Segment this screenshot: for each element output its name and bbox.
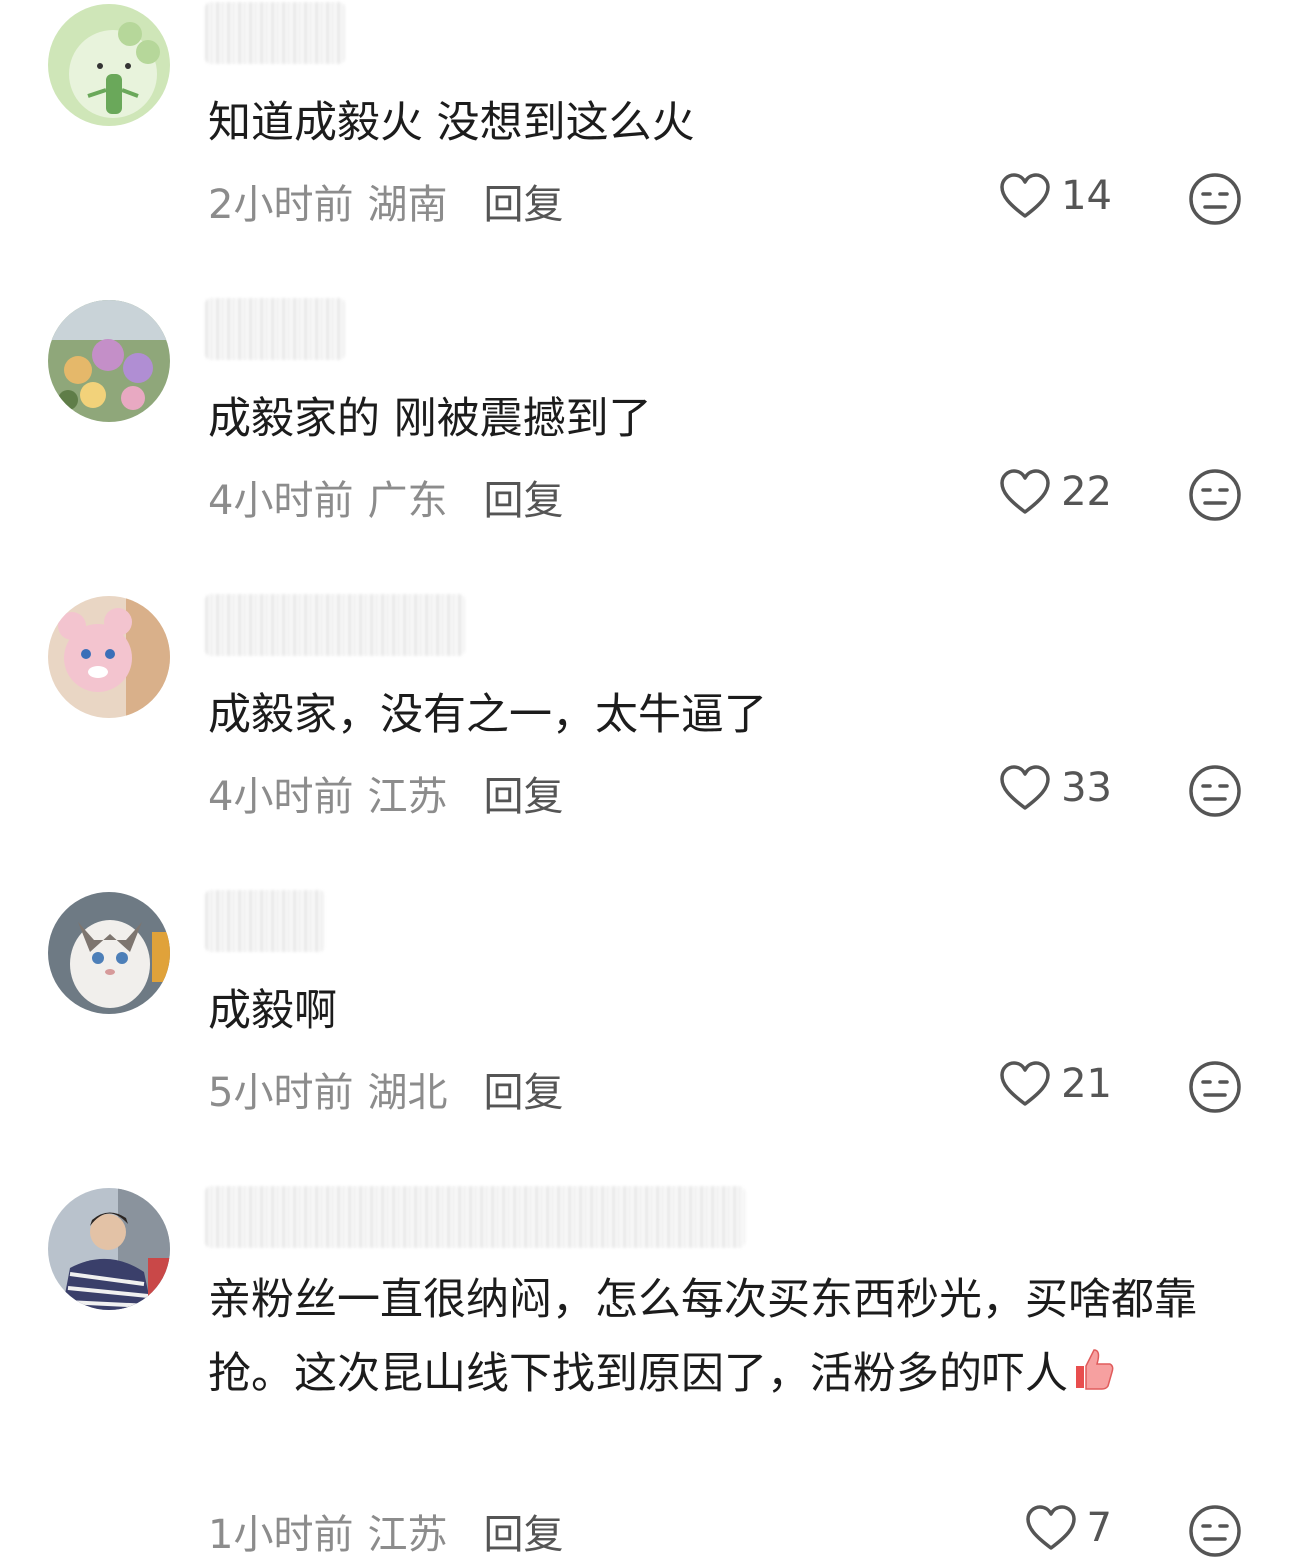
username-blurred[interactable] <box>205 1186 745 1248</box>
heart-outline-icon <box>1000 765 1050 810</box>
user-avatar[interactable] <box>48 596 170 718</box>
comment-item: 知道成毅火 没想到这么火 2小时前 湖南 回复 14 <box>0 2 1290 244</box>
reply-button[interactable]: 回复 <box>483 1512 563 1558</box>
comment-time: 4小时前 <box>208 478 354 524</box>
comment-time: 2小时前 <box>208 182 354 228</box>
like-count: 33 <box>1061 765 1112 811</box>
comment-meta: 5小时前 湖北 回复 <box>208 1060 563 1118</box>
comment-location: 湖北 <box>367 1070 448 1116</box>
reply-button[interactable]: 回复 <box>483 1070 563 1116</box>
user-avatar[interactable] <box>48 300 170 422</box>
reply-button[interactable]: 回复 <box>483 774 563 820</box>
comment-location: 广东 <box>367 478 448 524</box>
heart-outline-icon <box>1000 469 1050 514</box>
user-avatar[interactable] <box>48 1188 170 1310</box>
like-button[interactable]: 21 <box>999 1060 1112 1108</box>
comment-text: 成毅家，没有之一，太牛逼了 <box>208 690 767 740</box>
like-button[interactable]: 22 <box>999 468 1112 516</box>
dislike-button[interactable] <box>1188 468 1242 522</box>
heart-outline-icon <box>1025 1505 1076 1550</box>
dislike-button[interactable] <box>1188 1504 1242 1558</box>
comment-time: 1小时前 <box>208 1512 354 1558</box>
like-count: 7 <box>1086 1505 1112 1551</box>
green-mascot-avatar-image <box>48 4 170 126</box>
dislike-button[interactable] <box>1188 1060 1242 1114</box>
meh-face-icon <box>1189 765 1241 817</box>
comment-text: 成毅家的 刚被震撼到了 <box>208 394 652 444</box>
comment-location: 江苏 <box>367 774 448 820</box>
comment-item: 亲粉丝一直很纳闷，怎么每次买东西秒光，买啥都靠抢。这次昆山线下找到原因了，活粉多… <box>0 1186 1290 1560</box>
dislike-button[interactable] <box>1188 764 1242 818</box>
user-avatar[interactable] <box>48 4 170 126</box>
heart-outline-icon <box>1000 1061 1050 1106</box>
person-avatar-image <box>48 1188 170 1310</box>
like-button[interactable]: 14 <box>999 172 1112 220</box>
username-blurred[interactable] <box>205 298 345 360</box>
user-avatar[interactable] <box>48 892 170 1014</box>
thumbs-up-emoji-icon <box>1076 1349 1114 1390</box>
meh-face-icon <box>1189 1061 1241 1113</box>
reply-button[interactable]: 回复 <box>483 478 563 524</box>
username-blurred[interactable] <box>205 2 345 64</box>
comment-item: 成毅啊 5小时前 湖北 回复 21 <box>0 890 1290 1132</box>
flowers-avatar-image <box>48 300 170 422</box>
username-blurred[interactable] <box>205 890 325 952</box>
comment-time: 5小时前 <box>208 1070 354 1116</box>
reply-button[interactable]: 回复 <box>483 182 563 228</box>
like-count: 14 <box>1061 173 1112 219</box>
like-count: 22 <box>1061 469 1112 515</box>
like-button[interactable]: 7 <box>1025 1504 1112 1552</box>
comment-meta: 4小时前 广东 回复 <box>208 468 563 526</box>
comment-location: 江苏 <box>367 1512 448 1558</box>
cat-avatar-image <box>48 892 170 1014</box>
comment-item: 成毅家，没有之一，太牛逼了 4小时前 江苏 回复 33 <box>0 594 1290 836</box>
meh-face-icon <box>1189 1505 1241 1557</box>
pink-plush-avatar-image <box>48 596 170 718</box>
comment-meta: 1小时前 江苏 回复 <box>208 1502 563 1560</box>
meh-face-icon <box>1189 469 1241 521</box>
dislike-button[interactable] <box>1188 172 1242 226</box>
like-count: 21 <box>1061 1061 1112 1107</box>
comment-meta: 4小时前 江苏 回复 <box>208 764 563 822</box>
comment-text: 知道成毅火 没想到这么火 <box>208 98 695 148</box>
heart-outline-icon <box>1000 173 1050 218</box>
comment-text: 成毅啊 <box>208 986 337 1036</box>
comment-item: 成毅家的 刚被震撼到了 4小时前 广东 回复 22 <box>0 298 1290 540</box>
comment-time: 4小时前 <box>208 774 354 820</box>
like-button[interactable]: 33 <box>999 764 1112 812</box>
meh-face-icon <box>1189 173 1241 225</box>
comment-text: 亲粉丝一直很纳闷，怎么每次买东西秒光，买啥都靠抢。这次昆山线下找到原因了，活粉多… <box>208 1263 1218 1411</box>
comment-location: 湖南 <box>367 182 448 228</box>
comment-meta: 2小时前 湖南 回复 <box>208 172 563 230</box>
username-blurred[interactable] <box>205 594 465 656</box>
comment-text-content: 亲粉丝一直很纳闷，怎么每次买东西秒光，买啥都靠抢。这次昆山线下找到原因了，活粉多… <box>208 1275 1197 1399</box>
